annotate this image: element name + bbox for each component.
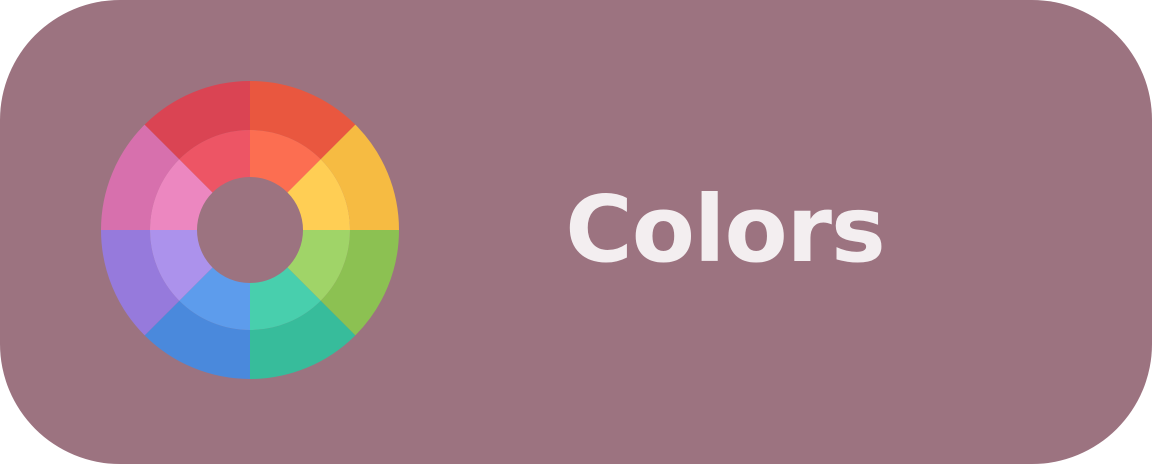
colors-button-label: Colors bbox=[565, 176, 886, 283]
colors-button[interactable]: Colors bbox=[0, 0, 1152, 464]
color-wheel-icon bbox=[101, 81, 399, 379]
